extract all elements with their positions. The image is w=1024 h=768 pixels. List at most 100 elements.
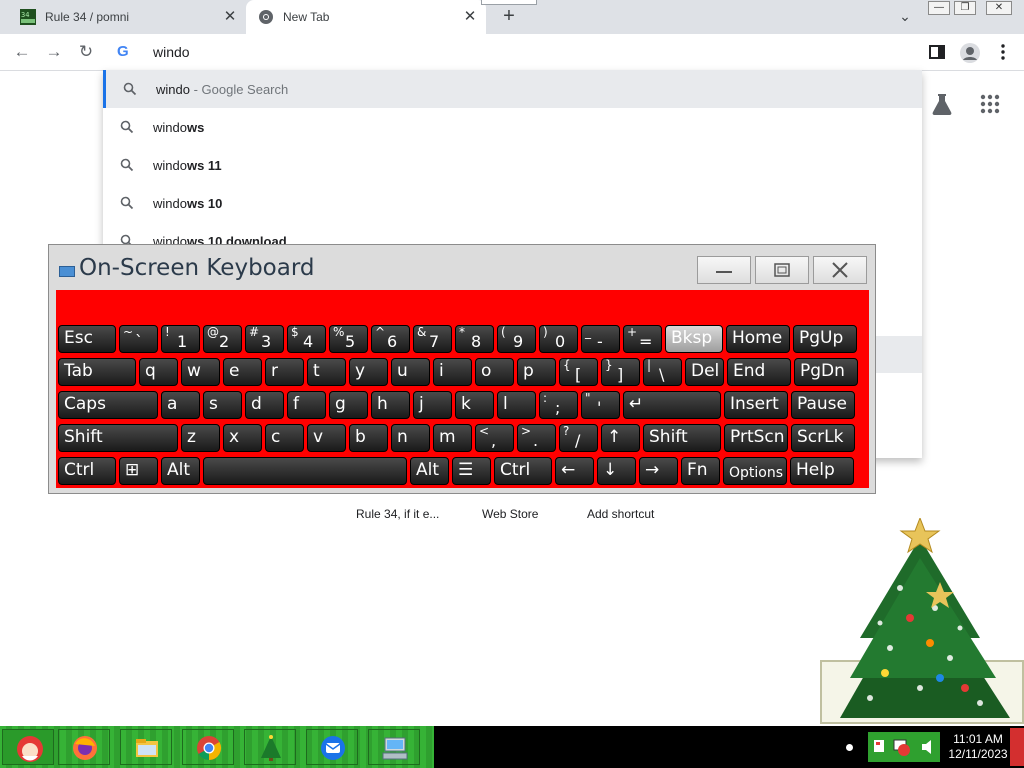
osk-key-u364[interactable]: $4: [287, 325, 326, 353]
osk-key-u58u59[interactable]: :;: [539, 391, 578, 419]
osk-key-u123u91[interactable]: {[: [559, 358, 598, 386]
osk-key-r[interactable]: r: [265, 358, 304, 386]
new-tab-button[interactable]: +: [498, 6, 520, 28]
osk-key-u387[interactable]: & 7: [413, 325, 452, 353]
osk-key-space[interactable]: [203, 457, 407, 485]
osk-key-h[interactable]: h: [371, 391, 410, 419]
close-window-button[interactable]: ✕: [986, 1, 1012, 15]
suggestion-item[interactable]: windows 11: [103, 146, 922, 184]
osk-key-a[interactable]: a: [161, 391, 200, 419]
osk-maximize-button[interactable]: [755, 256, 809, 284]
osk-key-y[interactable]: y: [349, 358, 388, 386]
osk-key-u8594[interactable]: →: [639, 457, 678, 485]
omnibox[interactable]: G windo: [103, 34, 922, 70]
osk-key-u375[interactable]: % 5: [329, 325, 368, 353]
osk-key-options[interactable]: Options: [723, 457, 787, 485]
osk-key-e[interactable]: e: [223, 358, 262, 386]
osk-key-u43u61[interactable]: + =: [623, 325, 662, 353]
taskbar-app-christmas-tree[interactable]: [244, 729, 296, 765]
osk-key-n[interactable]: n: [391, 424, 430, 452]
minimize-button[interactable]: —: [928, 1, 950, 15]
osk-key-u[interactable]: u: [391, 358, 430, 386]
osk-key-u8593[interactable]: ↑: [601, 424, 640, 452]
osk-key-u34u39[interactable]: " ': [581, 391, 620, 419]
osk-key-c[interactable]: c: [265, 424, 304, 452]
osk-key-k[interactable]: k: [455, 391, 494, 419]
close-tab-icon[interactable]: ✕: [222, 9, 238, 25]
osk-key-u95u45[interactable]: _ -: [581, 325, 620, 353]
omnibox-input[interactable]: windo: [153, 44, 190, 60]
show-hidden-icons-dot[interactable]: [846, 744, 853, 751]
osk-key-alt[interactable]: Alt: [161, 457, 200, 485]
osk-key-ctrl[interactable]: Ctrl: [494, 457, 552, 485]
osk-key-tab[interactable]: Tab: [58, 358, 136, 386]
osk-key-esc[interactable]: Esc: [58, 325, 116, 353]
osk-key-home[interactable]: Home: [726, 325, 790, 353]
suggestion-item[interactable]: windows 10: [103, 184, 922, 222]
osk-key-del[interactable]: Del: [685, 358, 724, 386]
osk-key-v[interactable]: v: [307, 424, 346, 452]
osk-key-p[interactable]: p: [517, 358, 556, 386]
osk-key-u124u92[interactable]: | \: [643, 358, 682, 386]
osk-key-u331[interactable]: ! 1: [161, 325, 200, 353]
suggestion-item[interactable]: windo - Google Search: [103, 70, 922, 108]
osk-key-l[interactable]: l: [497, 391, 536, 419]
christmas-tree-gadget[interactable]: [840, 518, 1024, 726]
osk-key-u8629[interactable]: ↵: [623, 391, 721, 419]
shortcut-add[interactable]: Add shortcut: [587, 507, 654, 521]
osk-key-bksp[interactable]: Bksp: [665, 325, 723, 353]
osk-key-scrlk[interactable]: ScrLk: [791, 424, 855, 452]
taskbar-app-firefox[interactable]: [58, 729, 110, 765]
google-apps-icon[interactable]: [980, 94, 1000, 114]
osk-key-fn[interactable]: Fn: [681, 457, 720, 485]
osk-key-u8862[interactable]: ⊞: [119, 457, 158, 485]
shortcut-rule34[interactable]: Rule 34, if it e...: [356, 507, 439, 521]
taskbar-app-on-screen-keyboard[interactable]: [368, 729, 420, 765]
osk-key-caps[interactable]: Caps: [58, 391, 158, 419]
osk-key-ctrl[interactable]: Ctrl: [58, 457, 116, 485]
osk-key-u8592[interactable]: ←: [555, 457, 594, 485]
osk-key-shift[interactable]: Shift: [58, 424, 178, 452]
osk-key-u125u93[interactable]: }]: [601, 358, 640, 386]
osk-key-pgdn[interactable]: PgDn: [794, 358, 858, 386]
osk-key-g[interactable]: g: [329, 391, 368, 419]
back-icon[interactable]: ←: [10, 40, 34, 64]
taskbar-app-chrome[interactable]: [182, 729, 234, 765]
osk-key-u126u96[interactable]: ~ `: [119, 325, 158, 353]
osk-key-i[interactable]: i: [433, 358, 472, 386]
osk-key-o[interactable]: o: [475, 358, 514, 386]
osk-key-x[interactable]: x: [223, 424, 262, 452]
osk-key-u409[interactable]: (9: [497, 325, 536, 353]
tab-rule34[interactable]: 34 Rule 34 / pomni ✕: [8, 0, 246, 34]
taskbar-app-thunderbird[interactable]: [306, 729, 358, 765]
labs-flask-icon[interactable]: [930, 92, 954, 116]
osk-key-s[interactable]: s: [203, 391, 242, 419]
osk-key-alt[interactable]: Alt: [410, 457, 449, 485]
osk-key-u9776[interactable]: ☰: [452, 457, 491, 485]
show-desktop-button[interactable]: [1010, 728, 1024, 766]
osk-key-j[interactable]: j: [413, 391, 452, 419]
osk-key-u642[interactable]: @2: [203, 325, 242, 353]
osk-key-shift[interactable]: Shift: [643, 424, 721, 452]
osk-key-u63u47[interactable]: ? /: [559, 424, 598, 452]
tab-new-tab[interactable]: New Tab ✕: [246, 0, 486, 34]
osk-key-insert[interactable]: Insert: [724, 391, 788, 419]
osk-key-u946[interactable]: ^ 6: [371, 325, 410, 353]
close-tab-icon[interactable]: ✕: [462, 9, 478, 25]
osk-key-prtscn[interactable]: PrtScn: [724, 424, 788, 452]
taskbar-clock[interactable]: 11:01 AM 12/11/2023: [946, 732, 1010, 762]
osk-key-f[interactable]: f: [287, 391, 326, 419]
osk-key-u428[interactable]: * 8: [455, 325, 494, 353]
osk-minimize-button[interactable]: [697, 256, 751, 284]
osk-key-u60u44[interactable]: <,: [475, 424, 514, 452]
osk-key-end[interactable]: End: [727, 358, 791, 386]
side-panel-icon[interactable]: [928, 43, 946, 61]
osk-key-w[interactable]: w: [181, 358, 220, 386]
start-button[interactable]: [2, 729, 54, 765]
osk-key-help[interactable]: Help: [790, 457, 854, 485]
osk-key-pause[interactable]: Pause: [791, 391, 855, 419]
osk-key-d[interactable]: d: [245, 391, 284, 419]
reload-icon[interactable]: ↻: [74, 40, 98, 64]
osk-key-b[interactable]: b: [349, 424, 388, 452]
osk-key-u62u46[interactable]: >.: [517, 424, 556, 452]
